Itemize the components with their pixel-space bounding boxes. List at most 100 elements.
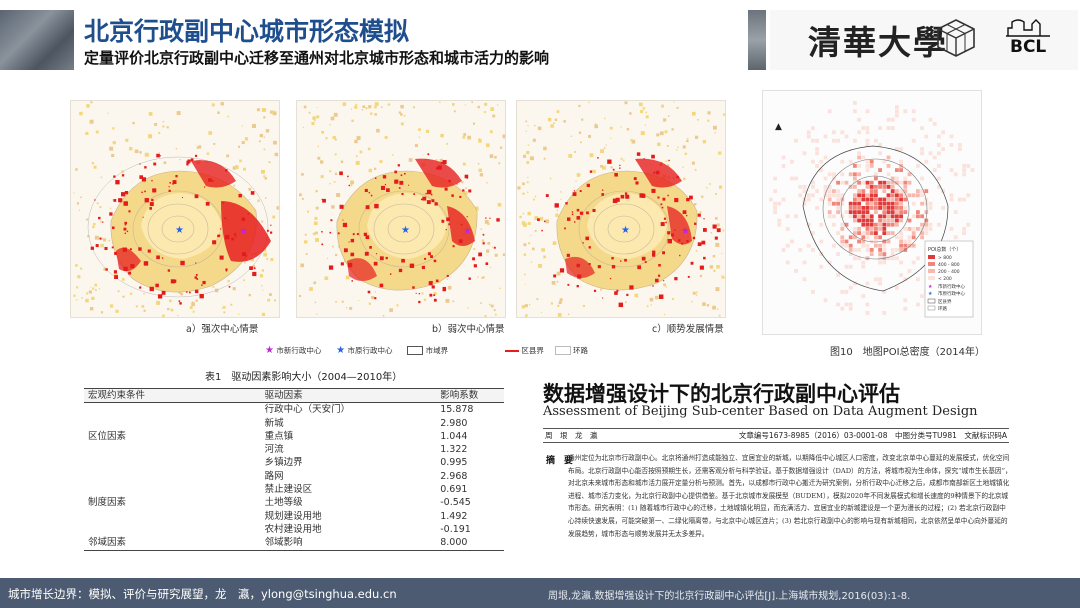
legend-admin-center: 市原行政中心 [347, 346, 393, 355]
table-row: 农村建设用地 -0.191 [84, 523, 504, 536]
factor-cell: 邻域影响 [168, 536, 411, 551]
group-cell [84, 470, 169, 483]
ring-road-swatch-icon [554, 346, 571, 355]
table-row: 区位因素 重点镇 1.044 [84, 430, 504, 443]
group-cell: 邻域因素 [84, 536, 169, 551]
table-header-cell: 影响系数 [410, 387, 504, 404]
map-caption-b: b）弱次中心情景 [432, 324, 505, 335]
value-cell: 2.980 [440, 417, 468, 429]
admin-center-star-icon: ★ [175, 225, 184, 236]
header-photo-right [748, 10, 766, 70]
factor-cell: 河流 [264, 444, 284, 456]
group-cell: 制度因素 [88, 497, 127, 509]
value-cell: 0.995 [440, 457, 468, 469]
legend-city-boundary: 市域界 [425, 346, 449, 355]
legend-district: 区县界 [521, 346, 544, 355]
svg-text:200 - 400: 200 - 400 [938, 269, 960, 275]
svg-text:市新行政中心: 市新行政中心 [938, 283, 965, 290]
paper-subtitle: Assessment of Beijing Sub-center Based o… [543, 404, 978, 419]
new-center-star-icon: ★ [681, 226, 690, 237]
table-row: 制度因素 土地等级 -0.545 [84, 496, 504, 509]
bcl-logo: BCL [1010, 37, 1047, 57]
factor-cell: 禁止建设区 [264, 484, 313, 496]
svg-text:市原行政中心: 市原行政中心 [938, 290, 965, 297]
value-cell: 1.492 [440, 510, 468, 522]
new-center-star-icon: ★ [239, 226, 248, 237]
page-subtitle: 定量评价北京行政副中心迁移至通州对北京城市形态和城市活力的影响 [84, 49, 550, 67]
district-line-icon [504, 349, 519, 352]
svg-text:> 800: > 800 [938, 255, 952, 261]
table-row: 邻域因素 邻域影响 8.000 [84, 536, 504, 551]
svg-text:400 - 800: 400 - 800 [938, 262, 960, 268]
factor-cell: 农村建设用地 [264, 523, 322, 535]
factor-cell: 土地等级 [264, 497, 303, 509]
group-cell [84, 456, 169, 469]
table-header-cell: 宏观约束条件 [84, 387, 169, 404]
scenario-map-trend: ★ ★ [516, 100, 726, 318]
value-cell: 0.691 [440, 484, 468, 496]
legend-new-center: 市新行政中心 [276, 346, 322, 355]
table-row: 行政中心（天安门） 15.878 [84, 403, 504, 417]
new-center-star-icon: ★ [265, 345, 274, 356]
svg-text:< 200: < 200 [938, 276, 952, 282]
svg-text:★: ★ [928, 291, 933, 297]
paper-meta-bar: 周 垠 龙 瀛 文章编号1673-8985（2016）03-0001-08 中图… [543, 428, 1009, 443]
value-cell: 1.322 [440, 444, 468, 456]
tsinghua-logo: 清華大學 [808, 23, 948, 62]
map-legend: ★ 市新行政中心 ★ 市原行政中心 市域界 区县界 环路 [265, 345, 588, 356]
group-cell [84, 523, 169, 536]
table-header-row: 宏观约束条件 驱动因素 影响系数 [84, 387, 504, 404]
map-caption-a: a）强次中心情景 [186, 324, 259, 335]
legend-ring: 环路 [573, 346, 589, 355]
value-cell: 15.878 [440, 404, 474, 416]
scenario-map-strong: ★ ★ [70, 100, 280, 318]
city-boundary-swatch-icon [407, 346, 424, 355]
value-cell: 8.000 [410, 536, 504, 551]
factor-cell: 规划建设用地 [264, 510, 322, 522]
table-row: 规划建设用地 1.492 [84, 510, 504, 523]
map-caption-c: c）顺势发展情景 [652, 324, 724, 335]
poi-caption: 图10 地图POI总密度（2014年） [830, 347, 986, 358]
group-cell [84, 403, 169, 417]
value-cell: -0.191 [440, 523, 471, 535]
svg-text:★: ★ [928, 284, 933, 290]
table-row: 禁止建设区 0.691 [84, 483, 504, 496]
header-photo [0, 10, 74, 70]
admin-center-star-icon: ★ [336, 345, 346, 356]
scenario-map-weak: ★ ★ [296, 100, 506, 318]
table-row: 河流 1.322 [84, 443, 504, 456]
value-cell: -0.545 [440, 497, 471, 509]
admin-center-star-icon: ★ [401, 225, 410, 236]
table-row: 路网 2.968 [84, 470, 504, 483]
group-cell [84, 483, 169, 496]
factor-cell: 新城 [264, 417, 284, 429]
table-title: 表1 驱动因素影响大小（2004—2010年） [205, 372, 403, 383]
table-row: 新城 2.980 [84, 417, 504, 430]
svg-text:环路: 环路 [938, 305, 947, 312]
value-cell: 2.968 [440, 470, 468, 482]
factor-cell: 路网 [264, 470, 284, 482]
paper-codes: 文章编号1673-8985（2016）03-0001-08 中图分类号TU981… [738, 431, 1007, 440]
new-center-star-icon: ★ [463, 226, 472, 237]
north-arrow-icon: ▲ [775, 122, 782, 132]
value-cell: 1.044 [440, 430, 468, 442]
bcl-skyline-icon [1006, 19, 1050, 37]
table-header-cell: 驱动因素 [168, 387, 411, 404]
group-cell [84, 443, 169, 456]
footer-left-text: 城市增长边界：模拟、评价与研究展望，龙 瀛，ylong@tsinghua.edu… [8, 587, 397, 601]
admin-center-star-icon: ★ [621, 225, 630, 236]
abstract-text: 通州定位为北京市行政副中心。北京将通州打造成能独立、宜居宜业的新城，以期降低中心… [568, 454, 1012, 538]
group-cell [84, 510, 169, 523]
svg-text:区县界: 区县界 [938, 299, 952, 305]
factor-cell: 行政中心（天安门） [264, 404, 351, 416]
paper-authors: 周 垠 龙 瀛 [545, 431, 598, 440]
group-cell: 区位因素 [88, 430, 127, 442]
group-cell [84, 417, 169, 430]
factor-cell: 重点镇 [264, 430, 294, 442]
footer-citation: 周垠,龙瀛.数据增强设计下的北京行政副中心评估[J].上海城市规划,2016(0… [548, 591, 911, 602]
page-title: 北京行政副中心城市形态模拟 [84, 17, 410, 46]
driving-factors-table: 宏观约束条件 驱动因素 影响系数 行政中心（天安门） 15.878 新城 2.980 区位因素… [84, 387, 504, 551]
poi-legend-title: POI总数（个） [928, 246, 961, 253]
table-row: 乡镇边界 0.995 [84, 456, 504, 469]
poi-density-map: ▲ POI总数（个） > 800 400 - 800 200 - 400 < 2… [762, 90, 982, 335]
